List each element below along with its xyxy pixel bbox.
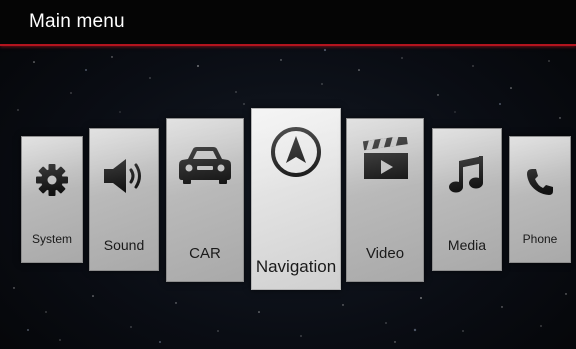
menu-item-label: Phone <box>522 232 558 246</box>
menu-item-label: Sound <box>103 237 145 253</box>
page-title: Main menu <box>29 11 125 32</box>
clapperboard-icon <box>362 137 408 179</box>
menu-item-label: CAR <box>189 245 221 262</box>
menu-item-media[interactable]: Media <box>432 128 502 271</box>
menu-item-label: Media <box>447 237 487 253</box>
header-bar: Main menu <box>0 0 576 46</box>
menu-item-video[interactable]: Video <box>346 118 424 282</box>
gear-icon <box>36 164 68 196</box>
compass-arrow-icon <box>271 127 321 177</box>
phone-icon <box>527 169 553 195</box>
menu-item-phone[interactable]: Phone <box>509 136 571 263</box>
menu-item-navigation[interactable]: Navigation <box>251 108 341 290</box>
speaker-icon <box>104 159 141 193</box>
music-note-icon <box>449 156 483 193</box>
menu-item-label: Video <box>365 245 405 262</box>
menu-item-car[interactable]: CAR <box>166 118 244 282</box>
car-icon <box>179 147 231 184</box>
menu-item-sound[interactable]: Sound <box>89 128 159 271</box>
menu-item-system[interactable]: System <box>21 136 83 263</box>
menu-item-label: System <box>31 232 72 246</box>
menu-item-label: Navigation <box>255 257 337 276</box>
